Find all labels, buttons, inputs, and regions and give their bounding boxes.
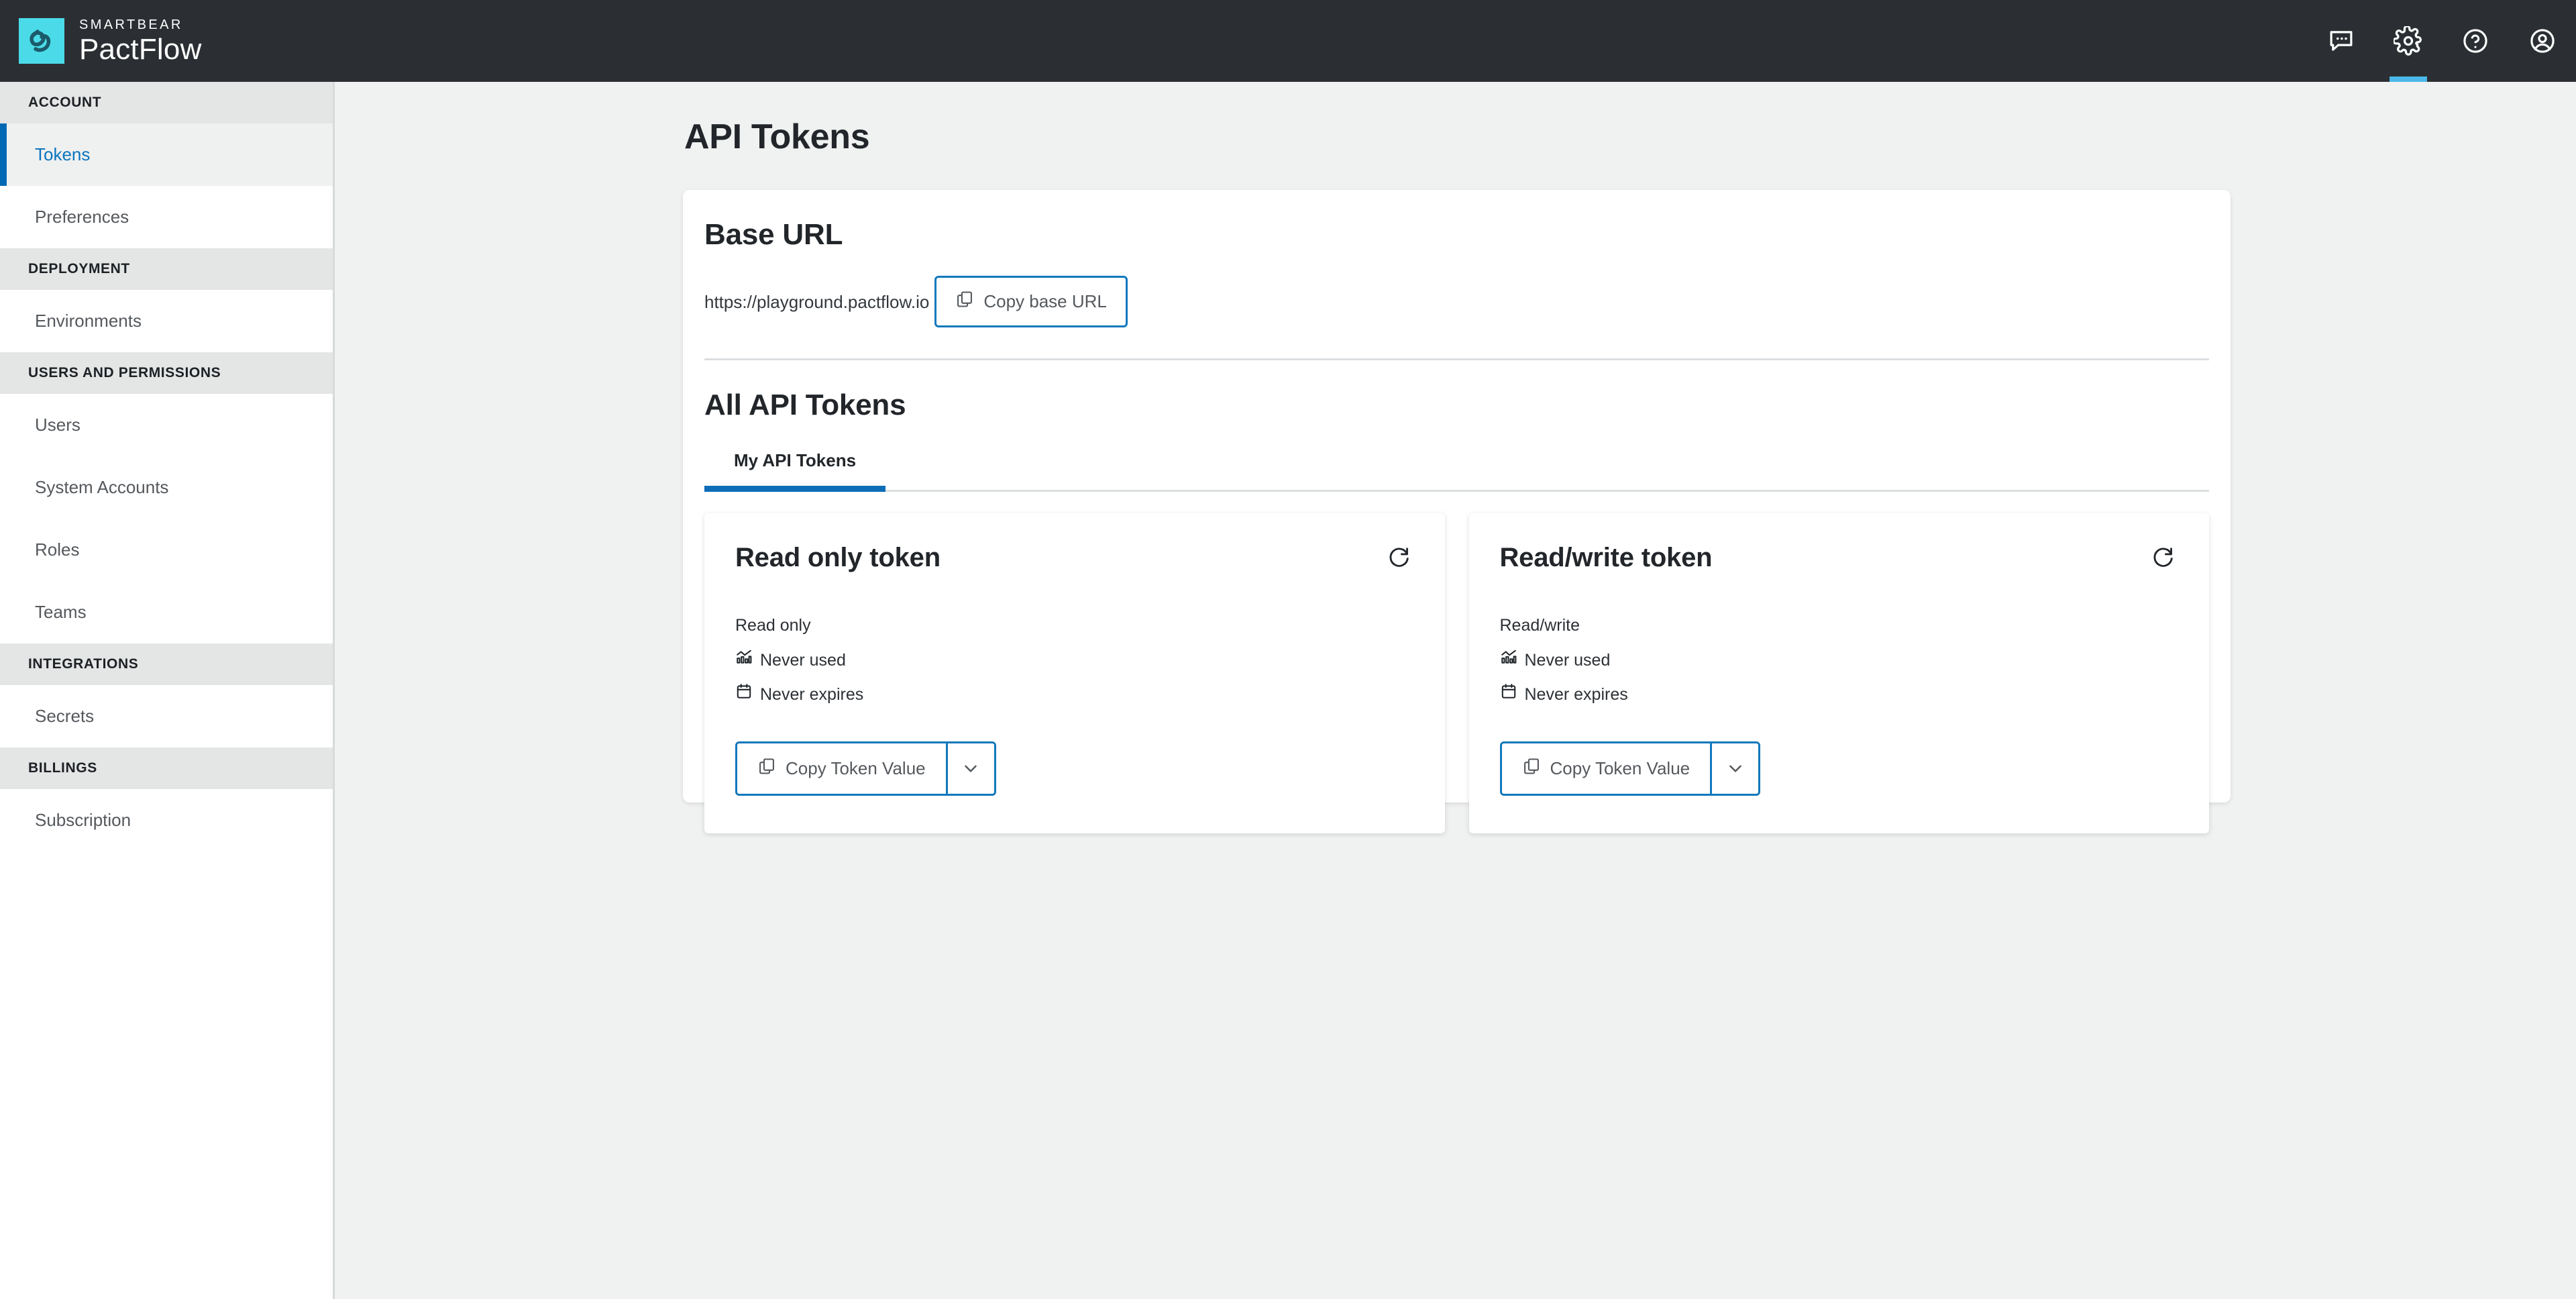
- base-url-value: https://playground.pactflow.io: [704, 293, 929, 311]
- token-scope-label: Read only: [735, 613, 811, 637]
- sidebar-item-label: Preferences: [35, 207, 129, 227]
- copy-icon: [757, 757, 776, 780]
- token-cards-grid: Read only token Read only: [683, 492, 2231, 833]
- refresh-icon[interactable]: [2149, 543, 2178, 572]
- sidebar-item-label: Secrets: [35, 706, 94, 727]
- pactflow-logo-icon: [19, 18, 64, 64]
- token-card-meta: Read/write Never used: [1500, 613, 2179, 707]
- sidebar-section-account: ACCOUNT: [0, 82, 333, 123]
- sidebar-item-subscription[interactable]: Subscription: [0, 789, 333, 851]
- token-scope-label: Read/write: [1500, 613, 1580, 637]
- sidebar-item-label: Roles: [35, 539, 79, 560]
- sidebar-item-label: Tokens: [35, 144, 90, 165]
- copy-token-value-label: Copy Token Value: [786, 758, 926, 779]
- sidebar-section-users-and-permissions: USERS AND PERMISSIONS: [0, 352, 333, 394]
- sidebar-item-label: Users: [35, 415, 80, 435]
- calendar-icon: [735, 682, 753, 707]
- copy-token-value-split-button: Copy Token Value: [735, 741, 996, 796]
- copy-icon: [955, 290, 974, 313]
- token-card-title: Read/write token: [1500, 543, 1713, 573]
- token-expiry-label: Never expires: [1525, 682, 1628, 707]
- page-title: API Tokens: [684, 117, 2576, 157]
- sidebar-item-teams[interactable]: Teams: [0, 581, 333, 643]
- user-account-icon[interactable]: [2509, 0, 2576, 82]
- token-scope-line: Read/write: [1500, 613, 2179, 637]
- sidebar-item-tokens[interactable]: Tokens: [0, 123, 333, 186]
- help-icon[interactable]: [2442, 0, 2509, 82]
- token-card-meta: Read only Never used: [735, 613, 1414, 707]
- token-card-title: Read only token: [735, 543, 941, 573]
- header-actions: [2308, 0, 2576, 82]
- brand-logo-group[interactable]: SMARTBEAR PactFlow: [19, 18, 202, 64]
- sidebar-section-deployment: DEPLOYMENT: [0, 248, 333, 290]
- sidebar-item-roles[interactable]: Roles: [0, 519, 333, 581]
- base-url-heading: Base URL: [683, 190, 2231, 252]
- token-usage-line: Never used: [735, 648, 1414, 672]
- copy-token-value-split-button: Copy Token Value: [1500, 741, 1761, 796]
- tab-label: My API Tokens: [734, 450, 856, 470]
- sidebar-navigation: ACCOUNT Tokens Preferences DEPLOYMENT En…: [0, 82, 335, 1299]
- tokens-tabs: My API Tokens: [683, 450, 2231, 492]
- copy-token-value-button[interactable]: Copy Token Value: [737, 743, 946, 794]
- token-usage-label: Never used: [760, 648, 846, 672]
- sidebar-item-users[interactable]: Users: [0, 394, 333, 456]
- analytics-icon: [1500, 648, 1517, 672]
- copy-base-url-button[interactable]: Copy base URL: [934, 276, 1128, 327]
- token-expiry-label: Never expires: [760, 682, 863, 707]
- token-card-header: Read/write token: [1500, 543, 2179, 573]
- gear-icon[interactable]: [2375, 0, 2442, 82]
- all-api-tokens-heading: All API Tokens: [683, 360, 2231, 422]
- sidebar-item-label: System Accounts: [35, 477, 168, 498]
- brand-pactflow-text: PactFlow: [79, 35, 202, 64]
- main-content: API Tokens Base URL https://playground.p…: [337, 82, 2576, 1299]
- sidebar-item-preferences[interactable]: Preferences: [0, 186, 333, 248]
- sidebar-item-label: Subscription: [35, 810, 131, 831]
- calendar-icon: [1500, 682, 1517, 707]
- tab-my-api-tokens[interactable]: My API Tokens: [704, 450, 885, 492]
- api-tokens-panel: Base URL https://playground.pactflow.io …: [683, 190, 2231, 802]
- chevron-down-icon[interactable]: [946, 743, 994, 794]
- refresh-icon[interactable]: [1385, 543, 1414, 572]
- copy-icon: [1522, 757, 1541, 780]
- base-url-row: https://playground.pactflow.io Copy base…: [683, 276, 2231, 327]
- sidebar-item-secrets[interactable]: Secrets: [0, 685, 333, 747]
- token-card-header: Read only token: [735, 543, 1414, 573]
- chevron-down-icon[interactable]: [1710, 743, 1758, 794]
- brand-smartbear-text: SMARTBEAR: [79, 18, 202, 32]
- token-card: Read/write token Read/write: [1469, 513, 2210, 833]
- sidebar-section-billings: BILLINGS: [0, 747, 333, 789]
- chat-icon[interactable]: [2308, 0, 2375, 82]
- token-expiry-line: Never expires: [1500, 682, 2179, 707]
- sidebar-section-integrations: INTEGRATIONS: [0, 643, 333, 685]
- sidebar-item-environments[interactable]: Environments: [0, 290, 333, 352]
- token-usage-line: Never used: [1500, 648, 2179, 672]
- analytics-icon: [735, 648, 753, 672]
- top-header-bar: SMARTBEAR PactFlow: [0, 0, 2576, 82]
- token-expiry-line: Never expires: [735, 682, 1414, 707]
- sidebar-item-label: Environments: [35, 311, 142, 331]
- token-scope-line: Read only: [735, 613, 1414, 637]
- copy-token-value-label: Copy Token Value: [1550, 758, 1690, 779]
- sidebar-item-system-accounts[interactable]: System Accounts: [0, 456, 333, 519]
- token-card: Read only token Read only: [704, 513, 1445, 833]
- token-usage-label: Never used: [1525, 648, 1611, 672]
- copy-base-url-label: Copy base URL: [983, 291, 1107, 312]
- sidebar-item-label: Teams: [35, 602, 87, 623]
- copy-token-value-button[interactable]: Copy Token Value: [1502, 743, 1711, 794]
